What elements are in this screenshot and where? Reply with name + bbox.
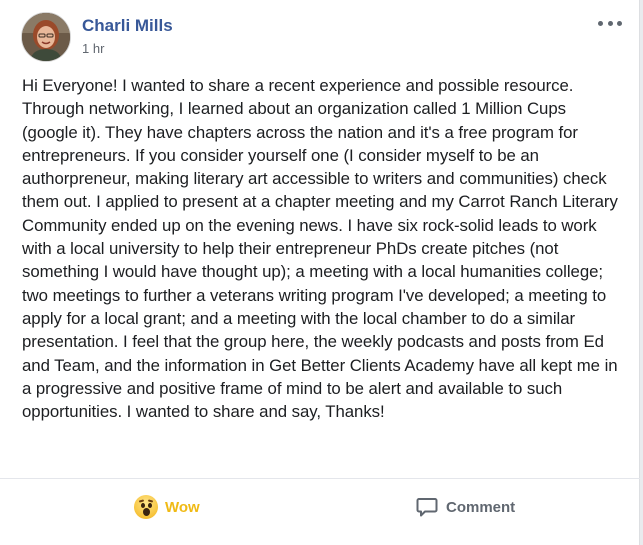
dot bbox=[598, 20, 603, 26]
more-options-icon[interactable] bbox=[598, 16, 622, 30]
post-meta: Charli Mills 1 hr bbox=[82, 15, 173, 57]
wow-reaction-button[interactable]: Wow bbox=[134, 493, 200, 521]
post-timestamp[interactable]: 1 hr bbox=[82, 41, 173, 57]
dot bbox=[607, 20, 613, 26]
wow-label: Wow bbox=[165, 498, 200, 516]
post-card: Charli Mills 1 hr Hi Everyone! I wanted … bbox=[0, 0, 640, 545]
avatar-photo bbox=[22, 13, 70, 61]
author-name[interactable]: Charli Mills bbox=[82, 15, 173, 37]
dot bbox=[617, 20, 622, 26]
post-header: Charli Mills 1 hr bbox=[21, 12, 173, 62]
post-body: Hi Everyone! I wanted to share a recent … bbox=[22, 76, 618, 422]
comment-button[interactable]: Comment bbox=[416, 493, 515, 521]
wow-emoji-icon bbox=[134, 495, 158, 519]
post-actions-bar: Wow Comment bbox=[0, 478, 640, 535]
avatar[interactable] bbox=[21, 12, 71, 62]
comment-bubble-icon bbox=[416, 496, 438, 518]
comment-label: Comment bbox=[446, 498, 516, 516]
